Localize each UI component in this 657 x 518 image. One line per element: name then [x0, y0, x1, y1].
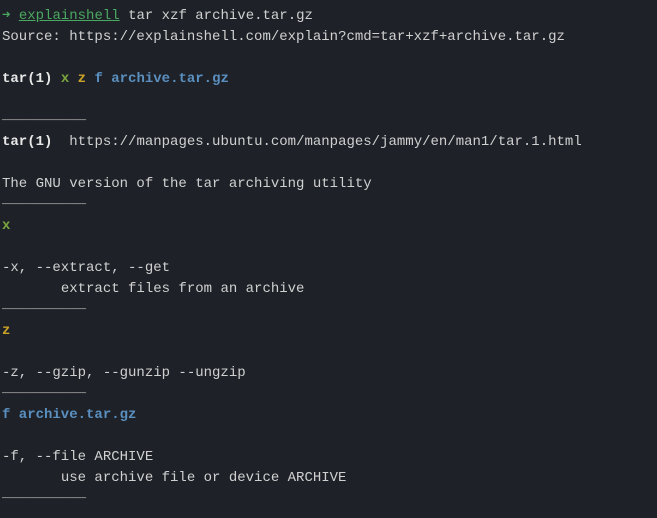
divider: ──────────: [2, 195, 655, 216]
flag-z: z: [78, 71, 86, 87]
blank-line: [2, 342, 655, 363]
divider: ──────────: [2, 300, 655, 321]
divider: ──────────: [2, 384, 655, 405]
flag-x: x: [61, 71, 69, 87]
command-breakdown: tar(1) x z f archive.tar.gz: [2, 69, 655, 90]
section-f-desc: -f, --file ARCHIVE use archive file or d…: [2, 447, 655, 489]
section-z-desc: -z, --gzip, --gunzip --ungzip: [2, 363, 655, 384]
cmd-tar: tar(1): [2, 71, 52, 87]
section-tar-title: tar(1): [2, 134, 52, 150]
section-f-header: f archive.tar.gz: [2, 405, 655, 426]
flag-f-arg: f archive.tar.gz: [94, 71, 228, 87]
divider: ──────────: [2, 489, 655, 510]
section-x-title: x: [2, 218, 10, 234]
prompt-line: ➜ explainshell tar xzf archive.tar.gz: [2, 6, 655, 27]
blank-line: [2, 153, 655, 174]
section-f-title: f archive.tar.gz: [2, 407, 136, 423]
section-x-header: x: [2, 216, 655, 237]
blank-line: [2, 48, 655, 69]
source-url: https://explainshell.com/explain?cmd=tar…: [69, 29, 565, 45]
blank-line: [2, 426, 655, 447]
divider: ──────────: [2, 111, 655, 132]
prompt-command: explainshell: [19, 8, 120, 24]
prompt-arrow-icon: ➜: [2, 8, 10, 24]
source-label: Source:: [2, 29, 69, 45]
prompt-args: tar xzf archive.tar.gz: [120, 8, 313, 24]
section-z-title: z: [2, 323, 10, 339]
source-line: Source: https://explainshell.com/explain…: [2, 27, 655, 48]
section-tar-url: https://manpages.ubuntu.com/manpages/jam…: [69, 134, 581, 150]
blank-line: [2, 237, 655, 258]
section-tar-header: tar(1) https://manpages.ubuntu.com/manpa…: [2, 132, 655, 153]
section-tar-desc: The GNU version of the tar archiving uti…: [2, 174, 655, 195]
section-z-header: z: [2, 321, 655, 342]
blank-line: [2, 90, 655, 111]
section-x-desc: -x, --extract, --get extract files from …: [2, 258, 655, 300]
